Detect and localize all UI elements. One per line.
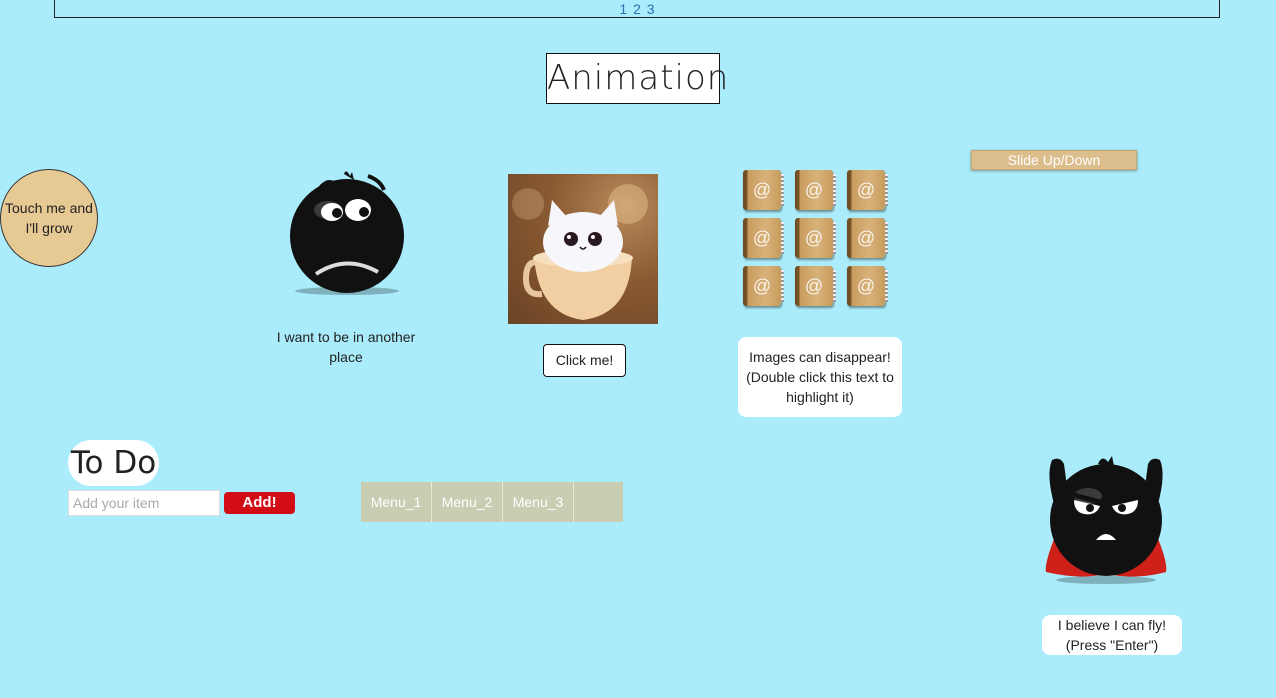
worried-emoji-icon[interactable] (286, 170, 408, 296)
page-link-1[interactable]: 1 (619, 1, 627, 17)
page-link-3[interactable]: 3 (647, 1, 655, 17)
kitten-cup-icon (512, 184, 648, 320)
disappear-caption[interactable]: Images can disappear! (Double click this… (738, 337, 902, 417)
address-book-icon[interactable]: @ (795, 266, 836, 306)
fly-caption: I believe I can fly! (Press "Enter") (1042, 615, 1182, 655)
grow-circle[interactable]: Touch me and I'll grow (0, 169, 98, 267)
address-book-icon[interactable]: @ (743, 266, 784, 306)
menu-item-1[interactable]: Menu_1 (361, 482, 432, 522)
grow-circle-label: Touch me and I'll grow (5, 200, 93, 236)
slide-up-down-button[interactable]: Slide Up/Down (971, 150, 1137, 170)
page-link-2[interactable]: 2 (633, 1, 641, 17)
address-book-icon[interactable]: @ (847, 218, 888, 258)
address-book-icon[interactable]: @ (743, 170, 784, 210)
page-title: Animation (546, 53, 728, 104)
todo-input[interactable] (68, 490, 220, 516)
kitten-in-cup-image[interactable] (508, 174, 658, 324)
pagination-bar: 1 2 3 (54, 0, 1220, 18)
add-item-button[interactable]: Add! (224, 492, 295, 514)
worried-emoji-caption: I want to be in another place (276, 329, 416, 365)
menu-item-4[interactable] (574, 482, 623, 522)
address-book-icon[interactable]: @ (847, 170, 888, 210)
todo-title: To Do (68, 440, 159, 486)
superhero-emoji-icon[interactable] (1040, 454, 1172, 586)
menu-item-3[interactable]: Menu_3 (503, 482, 574, 522)
address-book-icon[interactable]: @ (795, 218, 836, 258)
menu-item-2[interactable]: Menu_2 (432, 482, 503, 522)
menu-bar: Menu_1 Menu_2 Menu_3 (361, 482, 623, 522)
address-book-grid: @ @ @ @ @ @ @ @ @ (743, 170, 888, 312)
address-book-icon[interactable]: @ (795, 170, 836, 210)
click-me-button[interactable]: Click me! (543, 344, 626, 377)
address-book-icon[interactable]: @ (743, 218, 784, 258)
address-book-icon[interactable]: @ (847, 266, 888, 306)
